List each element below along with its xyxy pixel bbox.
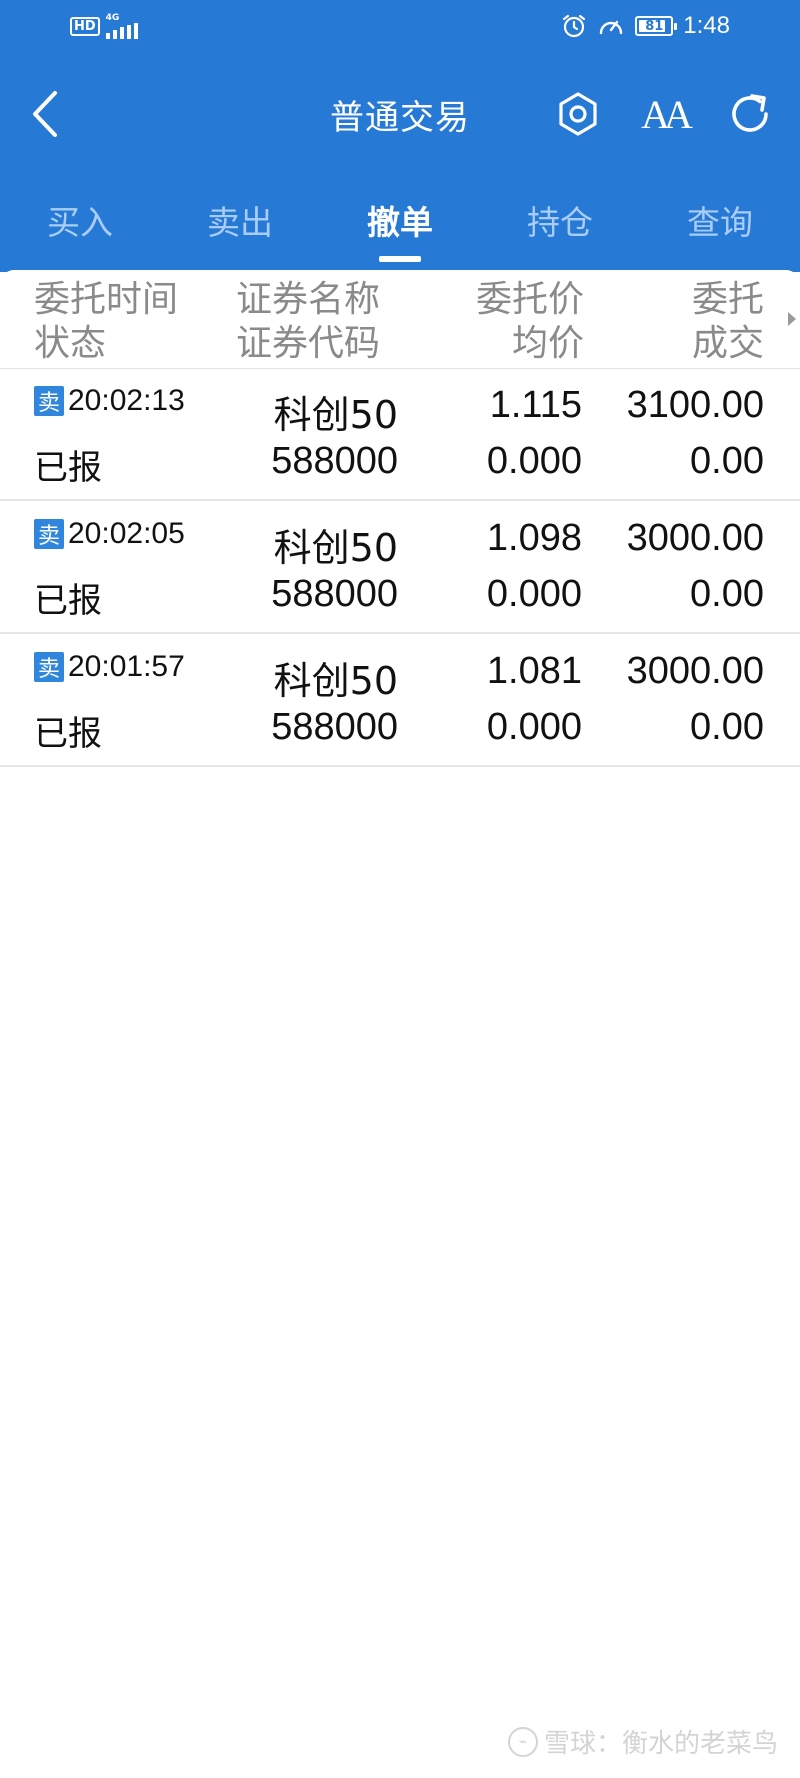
- hexagon-settings-icon: [559, 92, 597, 136]
- tab-query[interactable]: 查询: [640, 184, 800, 264]
- table-row[interactable]: 卖 20:02:05 已报 科创50 588000 1.098 0.000 30…: [0, 501, 800, 634]
- order-price: 1.081: [486, 650, 582, 692]
- order-time: 20:01:57: [68, 650, 185, 683]
- column-header-label: 证券名称: [236, 279, 381, 320]
- order-time-cell: 卖 20:01:57: [34, 650, 185, 684]
- battery-level: 81: [645, 18, 664, 34]
- filled-quantity: 0.00: [690, 573, 764, 615]
- status-right: 81 1:48: [561, 12, 730, 40]
- title-bar: 普通交易 AA: [0, 60, 800, 170]
- scroll-right-icon[interactable]: [788, 312, 796, 326]
- security-name: 科创50: [273, 393, 398, 437]
- status-time: 1:48: [683, 12, 730, 39]
- column-price-avg: 委托价 均价: [476, 278, 584, 366]
- orders-panel: 委托时间 状态 证券名称 证券代码 委托价 均价 委托 成交 卖 20:02:1…: [0, 270, 800, 1778]
- column-header-label: 委托价: [475, 279, 584, 320]
- table-row[interactable]: 卖 20:01:57 已报 科创50 588000 1.081 0.000 30…: [0, 634, 800, 767]
- order-status: 已报: [34, 581, 102, 621]
- column-header-label: 成交: [691, 323, 764, 364]
- order-time: 20:02:05: [68, 517, 185, 550]
- status-bar: HD 4G 81 1:48: [0, 0, 800, 56]
- filled-quantity: 0.00: [690, 706, 764, 748]
- order-quantity: 3000.00: [626, 650, 764, 692]
- table-header: 委托时间 状态 证券名称 证券代码 委托价 均价 委托 成交: [0, 270, 800, 369]
- order-price: 1.115: [489, 384, 582, 426]
- watermark-text: 雪球：衡水的老菜鸟: [543, 1729, 778, 1759]
- network-indicator: 4G: [105, 13, 140, 39]
- sell-badge: 卖: [34, 652, 64, 682]
- security-name: 科创50: [273, 659, 398, 703]
- order-time-cell: 卖 20:02:05: [34, 517, 185, 551]
- orders-list: 卖 20:02:13 已报 科创50 588000 1.115 0.000 31…: [0, 368, 800, 767]
- order-status: 已报: [34, 714, 102, 754]
- xueqiu-logo-icon: ⌁: [507, 1726, 538, 1757]
- network-type-label: 4G: [105, 13, 120, 23]
- column-name-code: 证券名称 证券代码: [236, 278, 380, 366]
- order-quantity: 3000.00: [626, 517, 764, 559]
- app-header: HD 4G 81 1:48 普通交易 AA 买入 卖出 撤单 持仓 查询: [0, 0, 800, 272]
- order-time-cell: 卖 20:02:13: [34, 384, 185, 418]
- column-header-label: 状态: [34, 323, 107, 364]
- average-price: 0.000: [486, 706, 582, 748]
- font-size-button[interactable]: AA: [632, 82, 696, 146]
- status-left: HD 4G: [70, 14, 140, 39]
- signal-icon: [105, 23, 138, 39]
- sell-badge: 卖: [34, 386, 64, 416]
- column-time-status: 委托时间 状态: [34, 278, 178, 366]
- refresh-icon: [732, 94, 768, 132]
- tab-sell[interactable]: 卖出: [160, 184, 320, 264]
- battery-icon: 81: [635, 16, 678, 36]
- filled-quantity: 0.00: [690, 440, 764, 482]
- order-status: 已报: [34, 448, 102, 488]
- tab-buy[interactable]: 买入: [0, 184, 160, 264]
- font-size-icon: AA: [641, 91, 693, 137]
- watermark: ⌁ 雪球：衡水的老菜鸟: [507, 1723, 778, 1760]
- tab-positions[interactable]: 持仓: [480, 184, 640, 264]
- sell-badge: 卖: [34, 519, 64, 549]
- settings-button[interactable]: [546, 82, 610, 146]
- order-time: 20:02:13: [68, 384, 185, 417]
- table-row[interactable]: 卖 20:02:13 已报 科创50 588000 1.115 0.000 31…: [0, 368, 800, 501]
- column-qty-filled: 委托 成交: [692, 278, 764, 366]
- column-header-label: 均价: [511, 323, 584, 364]
- security-code: 588000: [271, 706, 398, 748]
- security-code: 588000: [271, 573, 398, 615]
- column-header-label: 委托时间: [34, 279, 179, 320]
- hd-indicator: HD: [70, 17, 100, 36]
- speedometer-icon: [600, 20, 623, 35]
- order-quantity: 3100.00: [626, 384, 764, 426]
- average-price: 0.000: [486, 440, 582, 482]
- column-header-label: 证券代码: [236, 323, 381, 364]
- refresh-button[interactable]: [718, 82, 782, 146]
- security-name: 科创50: [273, 526, 398, 570]
- order-price: 1.098: [486, 517, 582, 559]
- trade-tabs: 买入 卖出 撤单 持仓 查询: [0, 184, 800, 264]
- column-header-label: 委托: [691, 279, 764, 320]
- security-code: 588000: [271, 440, 398, 482]
- tab-cancel-order[interactable]: 撤单: [320, 184, 480, 264]
- alarm-icon: [563, 14, 586, 38]
- average-price: 0.000: [486, 573, 582, 615]
